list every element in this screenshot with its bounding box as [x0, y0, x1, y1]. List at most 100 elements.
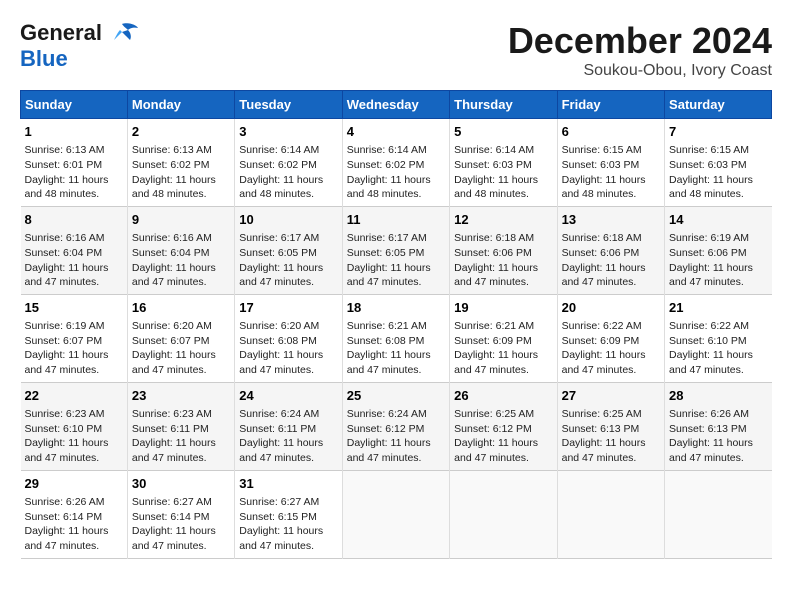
- day-number: 27: [562, 387, 660, 405]
- calendar-cell: 29 Sunrise: 6:26 AM Sunset: 6:14 PM Dayli…: [21, 470, 128, 558]
- calendar-cell: 21 Sunrise: 6:22 AM Sunset: 6:10 PM Dayli…: [665, 294, 772, 382]
- day-number: 13: [562, 211, 660, 229]
- day-number: 31: [239, 475, 337, 493]
- day-number: 29: [25, 475, 123, 493]
- day-number: 25: [347, 387, 445, 405]
- calendar-week-row: 22Sunrise: 6:23 AM Sunset: 6:10 PM Dayli…: [21, 382, 772, 470]
- calendar-cell: 27 Sunrise: 6:25 AM Sunset: 6:13 PM Dayli…: [557, 382, 664, 470]
- day-info: Sunrise: 6:15 AM Sunset: 6:03 PM Dayligh…: [669, 143, 767, 202]
- day-info: Sunrise: 6:13 AM Sunset: 6:01 PM Dayligh…: [25, 143, 123, 202]
- day-info: Sunrise: 6:21 AM Sunset: 6:08 PM Dayligh…: [347, 319, 445, 378]
- day-number: 11: [347, 211, 445, 229]
- day-info: Sunrise: 6:16 AM Sunset: 6:04 PM Dayligh…: [25, 231, 123, 290]
- calendar-cell: 4Sunrise: 6:14 AM Sunset: 6:02 PM Daylig…: [342, 119, 449, 207]
- calendar-week-row: 8 Sunrise: 6:16 AM Sunset: 6:04 PM Daylig…: [21, 206, 772, 294]
- header-monday: Monday: [127, 91, 234, 119]
- logo-text-general: General: [20, 20, 102, 46]
- calendar-cell: 24 Sunrise: 6:24 AM Sunset: 6:11 PM Dayli…: [235, 382, 342, 470]
- header-friday: Friday: [557, 91, 664, 119]
- day-info: Sunrise: 6:19 AM Sunset: 6:07 PM Dayligh…: [25, 319, 123, 378]
- calendar-cell: 19Sunrise: 6:21 AM Sunset: 6:09 PM Dayli…: [450, 294, 557, 382]
- calendar-cell: [557, 470, 664, 558]
- header-sunday: Sunday: [21, 91, 128, 119]
- header: General Blue December 2024 Soukou-Obou, …: [20, 20, 772, 80]
- calendar-cell: 16 Sunrise: 6:20 AM Sunset: 6:07 PM Dayli…: [127, 294, 234, 382]
- calendar-title: December 2024: [508, 20, 772, 62]
- calendar-cell: 5 Sunrise: 6:14 AM Sunset: 6:03 PM Daylig…: [450, 119, 557, 207]
- day-number: 18: [347, 299, 445, 317]
- header-saturday: Saturday: [665, 91, 772, 119]
- day-info: Sunrise: 6:25 AM Sunset: 6:13 PM Dayligh…: [562, 407, 660, 466]
- calendar-header-row: SundayMondayTuesdayWednesdayThursdayFrid…: [21, 91, 772, 119]
- day-info: Sunrise: 6:18 AM Sunset: 6:06 PM Dayligh…: [562, 231, 660, 290]
- day-number: 8: [25, 211, 123, 229]
- calendar-cell: 30 Sunrise: 6:27 AM Sunset: 6:14 PM Dayli…: [127, 470, 234, 558]
- calendar-cell: [665, 470, 772, 558]
- calendar-table: SundayMondayTuesdayWednesdayThursdayFrid…: [20, 90, 772, 559]
- calendar-cell: 3 Sunrise: 6:14 AM Sunset: 6:02 PM Daylig…: [235, 119, 342, 207]
- calendar-cell: 18 Sunrise: 6:21 AM Sunset: 6:08 PM Dayli…: [342, 294, 449, 382]
- day-number: 20: [562, 299, 660, 317]
- day-info: Sunrise: 6:22 AM Sunset: 6:10 PM Dayligh…: [669, 319, 767, 378]
- day-number: 28: [669, 387, 767, 405]
- calendar-cell: 8 Sunrise: 6:16 AM Sunset: 6:04 PM Daylig…: [21, 206, 128, 294]
- day-info: Sunrise: 6:14 AM Sunset: 6:02 PM Dayligh…: [239, 143, 337, 202]
- day-number: 30: [132, 475, 230, 493]
- calendar-cell: 12 Sunrise: 6:18 AM Sunset: 6:06 PM Dayli…: [450, 206, 557, 294]
- day-number: 12: [454, 211, 552, 229]
- calendar-cell: 11 Sunrise: 6:17 AM Sunset: 6:05 PM Dayli…: [342, 206, 449, 294]
- day-number: 7: [669, 123, 767, 141]
- day-number: 24: [239, 387, 337, 405]
- logo-bird-icon: [106, 22, 138, 44]
- day-info: Sunrise: 6:13 AM Sunset: 6:02 PM Dayligh…: [132, 143, 230, 202]
- day-info: Sunrise: 6:17 AM Sunset: 6:05 PM Dayligh…: [347, 231, 445, 290]
- day-info: Sunrise: 6:24 AM Sunset: 6:11 PM Dayligh…: [239, 407, 337, 466]
- day-number: 16: [132, 299, 230, 317]
- day-info: Sunrise: 6:22 AM Sunset: 6:09 PM Dayligh…: [562, 319, 660, 378]
- day-number: 17: [239, 299, 337, 317]
- day-info: Sunrise: 6:20 AM Sunset: 6:08 PM Dayligh…: [239, 319, 337, 378]
- day-info: Sunrise: 6:20 AM Sunset: 6:07 PM Dayligh…: [132, 319, 230, 378]
- calendar-week-row: 1Sunrise: 6:13 AM Sunset: 6:01 PM Daylig…: [21, 119, 772, 207]
- calendar-cell: [342, 470, 449, 558]
- calendar-cell: 2 Sunrise: 6:13 AM Sunset: 6:02 PM Daylig…: [127, 119, 234, 207]
- calendar-cell: 1Sunrise: 6:13 AM Sunset: 6:01 PM Daylig…: [21, 119, 128, 207]
- day-info: Sunrise: 6:15 AM Sunset: 6:03 PM Dayligh…: [562, 143, 660, 202]
- day-info: Sunrise: 6:14 AM Sunset: 6:02 PM Dayligh…: [347, 143, 445, 202]
- day-info: Sunrise: 6:21 AM Sunset: 6:09 PM Dayligh…: [454, 319, 552, 378]
- calendar-cell: 13 Sunrise: 6:18 AM Sunset: 6:06 PM Dayli…: [557, 206, 664, 294]
- day-number: 6: [562, 123, 660, 141]
- day-info: Sunrise: 6:27 AM Sunset: 6:14 PM Dayligh…: [132, 495, 230, 554]
- calendar-subtitle: Soukou-Obou, Ivory Coast: [508, 62, 772, 80]
- day-number: 14: [669, 211, 767, 229]
- calendar-cell: 20 Sunrise: 6:22 AM Sunset: 6:09 PM Dayli…: [557, 294, 664, 382]
- header-thursday: Thursday: [450, 91, 557, 119]
- day-info: Sunrise: 6:23 AM Sunset: 6:10 PM Dayligh…: [25, 407, 123, 466]
- header-wednesday: Wednesday: [342, 91, 449, 119]
- day-number: 5: [454, 123, 552, 141]
- calendar-cell: 26Sunrise: 6:25 AM Sunset: 6:12 PM Dayli…: [450, 382, 557, 470]
- calendar-cell: 31 Sunrise: 6:27 AM Sunset: 6:15 PM Dayli…: [235, 470, 342, 558]
- day-number: 21: [669, 299, 767, 317]
- day-number: 3: [239, 123, 337, 141]
- day-number: 2: [132, 123, 230, 141]
- day-info: Sunrise: 6:18 AM Sunset: 6:06 PM Dayligh…: [454, 231, 552, 290]
- day-number: 9: [132, 211, 230, 229]
- day-info: Sunrise: 6:14 AM Sunset: 6:03 PM Dayligh…: [454, 143, 552, 202]
- calendar-cell: 28 Sunrise: 6:26 AM Sunset: 6:13 PM Dayli…: [665, 382, 772, 470]
- day-info: Sunrise: 6:26 AM Sunset: 6:14 PM Dayligh…: [25, 495, 123, 554]
- logo: General Blue: [20, 20, 138, 72]
- day-info: Sunrise: 6:26 AM Sunset: 6:13 PM Dayligh…: [669, 407, 767, 466]
- calendar-week-row: 29 Sunrise: 6:26 AM Sunset: 6:14 PM Dayli…: [21, 470, 772, 558]
- calendar-cell: 23Sunrise: 6:23 AM Sunset: 6:11 PM Dayli…: [127, 382, 234, 470]
- day-info: Sunrise: 6:27 AM Sunset: 6:15 PM Dayligh…: [239, 495, 337, 554]
- day-info: Sunrise: 6:19 AM Sunset: 6:06 PM Dayligh…: [669, 231, 767, 290]
- calendar-cell: [450, 470, 557, 558]
- title-area: December 2024 Soukou-Obou, Ivory Coast: [508, 20, 772, 80]
- calendar-cell: 25 Sunrise: 6:24 AM Sunset: 6:12 PM Dayli…: [342, 382, 449, 470]
- day-number: 23: [132, 387, 230, 405]
- day-info: Sunrise: 6:24 AM Sunset: 6:12 PM Dayligh…: [347, 407, 445, 466]
- calendar-cell: 15Sunrise: 6:19 AM Sunset: 6:07 PM Dayli…: [21, 294, 128, 382]
- day-info: Sunrise: 6:25 AM Sunset: 6:12 PM Dayligh…: [454, 407, 552, 466]
- logo-text-blue: Blue: [20, 46, 68, 71]
